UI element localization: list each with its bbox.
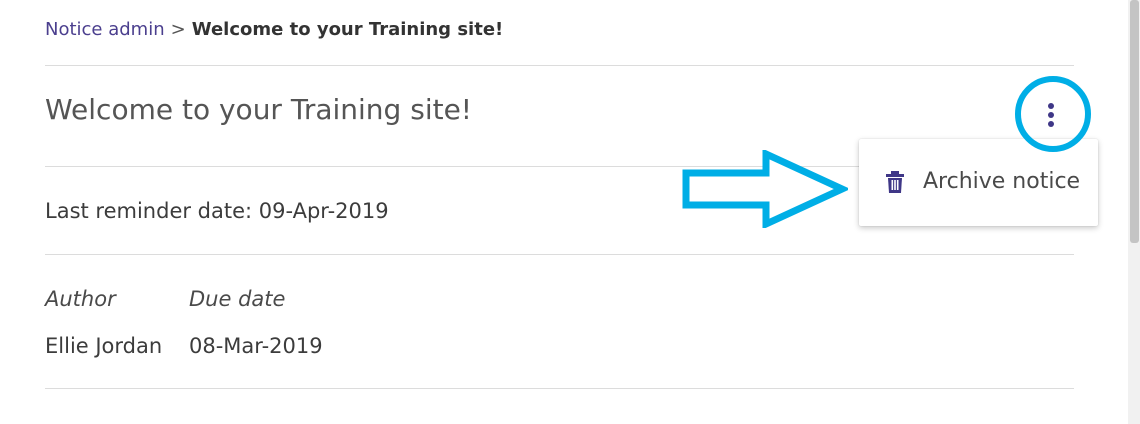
actions-dropdown-menu: Archive notice <box>859 139 1098 226</box>
trash-icon <box>886 171 904 193</box>
scrollbar-thumb[interactable] <box>1130 0 1139 243</box>
archive-notice-menu-item[interactable]: Archive notice <box>859 157 1098 209</box>
divider <box>45 388 1074 389</box>
page-title: Welcome to your Training site! <box>45 93 473 126</box>
due-date-column-header: Due date <box>189 287 286 311</box>
breadcrumb-link-notice-admin[interactable]: Notice admin <box>45 19 165 40</box>
due-date-value: 08-Mar-2019 <box>189 334 323 358</box>
author-value: Ellie Jordan <box>45 334 163 358</box>
breadcrumb-separator: > <box>170 19 186 40</box>
author-column-header: Author <box>45 287 116 311</box>
divider <box>45 65 1074 66</box>
breadcrumb: Notice admin > Welcome to your Training si… <box>45 17 503 43</box>
archive-notice-label: Archive notice <box>923 169 1081 194</box>
divider <box>45 254 1074 255</box>
annotation-arrow-icon <box>682 150 848 228</box>
last-reminder-date: Last reminder date: 09-Apr-2019 <box>45 199 389 223</box>
more-actions-button[interactable] <box>1026 92 1076 140</box>
breadcrumb-current: Welcome to your Training site! <box>191 19 504 40</box>
